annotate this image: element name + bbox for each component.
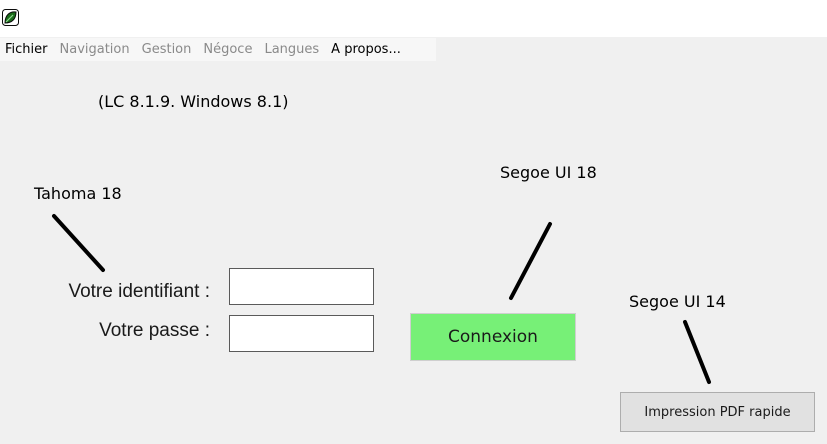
version-text: (LC 8.1.9. Windows 8.1) (98, 92, 289, 111)
menu-item-a-propos[interactable]: A propos... (326, 38, 408, 61)
menu-item-navigation[interactable]: Navigation (55, 38, 137, 61)
menu-item-negoce[interactable]: Négoce (198, 38, 259, 61)
passe-label: Votre passe : (99, 320, 210, 341)
passe-input[interactable] (229, 315, 374, 352)
annotation-tahoma: Tahoma 18 (34, 184, 122, 203)
leaf-icon (2, 9, 19, 26)
annotation-segoe-14: Segoe UI 14 (629, 292, 726, 311)
menu-item-fichier[interactable]: Fichier (0, 38, 55, 61)
menu-bar: Fichier Navigation Gestion Négoce Langue… (0, 38, 436, 61)
annotation-line-segoe-14 (683, 320, 711, 384)
menu-item-gestion[interactable]: Gestion (137, 38, 199, 61)
annotation-lines (52, 214, 711, 384)
annotation-segoe-18: Segoe UI 18 (500, 163, 597, 182)
connexion-button[interactable]: Connexion (410, 313, 576, 361)
identifiant-label: Votre identifiant : (68, 281, 210, 302)
menu-item-langues[interactable]: Langues (259, 38, 326, 61)
title-bar (0, 0, 827, 37)
annotation-line-tahoma (52, 214, 105, 272)
impression-pdf-button[interactable]: Impression PDF rapide (620, 392, 815, 432)
annotation-line-segoe-18 (509, 222, 552, 300)
identifiant-input[interactable] (229, 268, 374, 305)
